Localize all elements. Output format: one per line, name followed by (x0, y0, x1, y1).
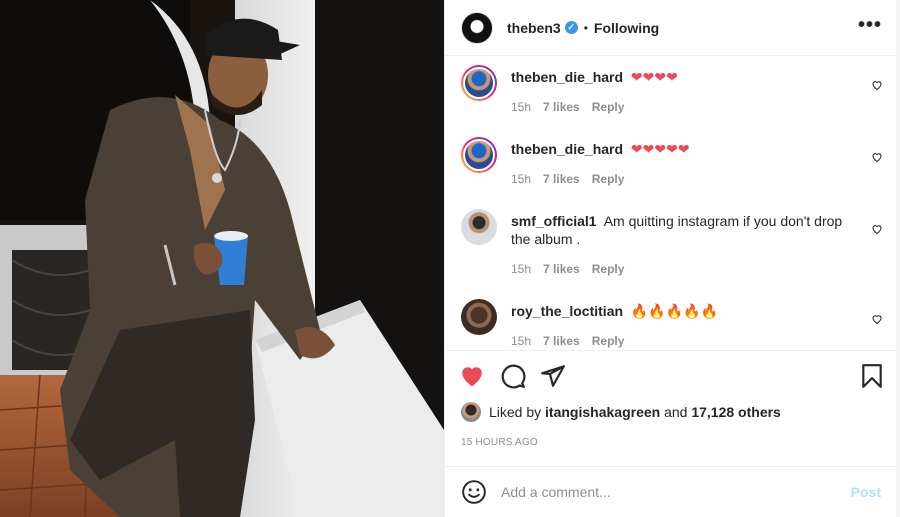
reply-button[interactable]: Reply (592, 172, 625, 186)
comment-age[interactable]: 15h (511, 172, 531, 186)
verified-badge-icon: ✓ (564, 21, 578, 34)
comment-meta: 15h 7 likes Reply (511, 262, 857, 290)
header-separator: • (583, 20, 588, 35)
comment-item: roy_the_loctitian 🔥🔥🔥🔥🔥 15h 7 likes Repl… (445, 291, 897, 349)
following-button[interactable]: Following (594, 20, 659, 36)
liked-by-and: and (664, 404, 688, 420)
post-comment-button[interactable]: Post (851, 484, 881, 500)
comment-username[interactable]: smf_official1 (511, 213, 597, 229)
comment-age[interactable]: 15h (511, 334, 531, 348)
share-icon[interactable] (540, 363, 566, 389)
post-side-panel: theben3 ✓ • Following ••• theben_die_har… (444, 0, 900, 517)
post-header: theben3 ✓ • Following ••• (445, 0, 900, 56)
comment-body: smf_official1 Am quitting instagram if y… (511, 209, 857, 248)
comment-username[interactable]: roy_the_loctitian (511, 303, 623, 319)
comment-item: smf_official1 Am quitting instagram if y… (445, 201, 897, 291)
comment-text: ❤❤❤❤ (630, 69, 678, 85)
comment-text: ❤❤❤❤❤ (630, 141, 690, 157)
bookmark-icon[interactable] (859, 363, 885, 389)
emoji-icon[interactable] (461, 479, 487, 505)
comment-likes[interactable]: 7 likes (543, 334, 580, 348)
comment-body: theben_die_hard ❤❤❤❤ (511, 65, 857, 86)
comment-text: 🔥🔥🔥🔥🔥 (630, 303, 719, 319)
small-heart-icon[interactable] (871, 223, 883, 235)
comment-item: theben_die_hard ❤❤❤❤❤ 15h 7 likes Reply (445, 129, 897, 201)
comment-icon[interactable] (500, 363, 526, 389)
comment-meta: 15h 7 likes Reply (511, 172, 857, 200)
comment-likes[interactable]: 7 likes (543, 172, 580, 186)
comment-body: theben_die_hard ❤❤❤❤❤ (511, 137, 857, 158)
comment-meta: 15h 7 likes Reply (511, 334, 857, 349)
comment-avatar[interactable] (461, 137, 497, 173)
author-username[interactable]: theben3 (507, 20, 561, 36)
comment-username[interactable]: theben_die_hard (511, 69, 623, 85)
reply-button[interactable]: Reply (592, 262, 625, 276)
heart-filled-icon[interactable] (459, 363, 485, 389)
post-photo[interactable] (0, 0, 444, 517)
comments-list[interactable]: theben_die_hard ❤❤❤❤ 15h 7 likes Reply t… (445, 57, 897, 349)
liker-avatar[interactable] (461, 402, 481, 422)
comment-avatar[interactable] (461, 299, 497, 335)
comment-likes[interactable]: 7 likes (543, 100, 580, 114)
comment-avatar[interactable] (461, 209, 497, 245)
comment-meta: 15h 7 likes Reply (511, 100, 857, 128)
reply-button[interactable]: Reply (592, 100, 625, 114)
post-timestamp[interactable]: 15 HOURS AGO (461, 437, 538, 448)
scrollbar[interactable] (896, 0, 900, 517)
comment-age[interactable]: 15h (511, 262, 531, 276)
liker-username[interactable]: itangishakagreen (545, 404, 660, 420)
comment-username[interactable]: theben_die_hard (511, 141, 623, 157)
comment-likes[interactable]: 7 likes (543, 262, 580, 276)
small-heart-icon[interactable] (871, 79, 883, 91)
reply-button[interactable]: Reply (592, 334, 625, 348)
liked-by-prefix: Liked by (489, 404, 542, 420)
liked-by-row: Liked by itangishakagreen and 17,128 oth… (461, 402, 781, 422)
add-comment-bar: Post (445, 466, 897, 517)
add-comment-input[interactable] (501, 484, 851, 500)
likes-count-link[interactable]: 17,128 others (691, 404, 781, 420)
comment-avatar[interactable] (461, 65, 497, 101)
more-options-icon[interactable]: ••• (858, 15, 882, 35)
comment-body: roy_the_loctitian 🔥🔥🔥🔥🔥 (511, 299, 857, 320)
small-heart-icon[interactable] (871, 313, 883, 325)
small-heart-icon[interactable] (871, 151, 883, 163)
author-avatar[interactable] (461, 11, 493, 44)
comment-item: theben_die_hard ❤❤❤❤ 15h 7 likes Reply (445, 57, 897, 129)
post-actions-bar (445, 350, 897, 402)
comment-age[interactable]: 15h (511, 100, 531, 114)
